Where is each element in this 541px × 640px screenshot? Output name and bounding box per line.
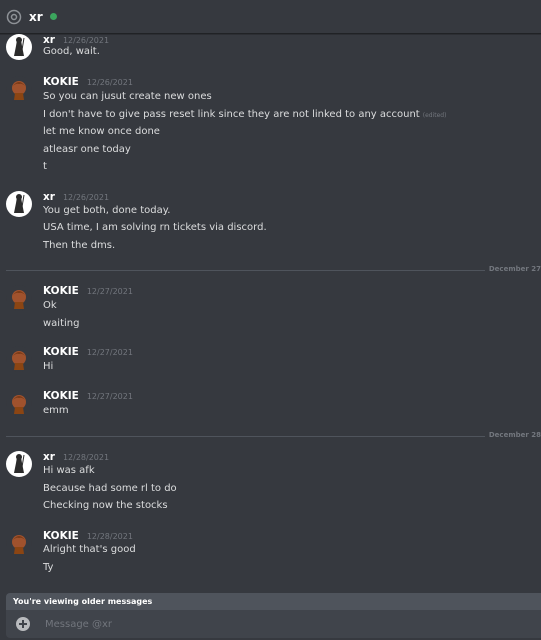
- timestamp: 12/27/2021: [86, 348, 133, 357]
- message-feed[interactable]: xr 12/26/2021 Good, wait. KOKIE 12/26/20…: [0, 34, 541, 592]
- older-messages-text: You're viewing older messages: [13, 597, 153, 606]
- timestamp: 12/27/2021: [86, 392, 133, 401]
- message-input[interactable]: [43, 613, 541, 635]
- message-text-edited: I don't have to give pass reset link sin…: [43, 109, 446, 120]
- message-text: let me know once done: [43, 126, 160, 137]
- at-sign-icon: [6, 9, 22, 24]
- channel-title: xr: [29, 9, 43, 24]
- message-text: waiting: [43, 318, 80, 329]
- timestamp: 12/28/2021: [86, 532, 133, 541]
- date-divider-label: December 27: [484, 265, 541, 273]
- avatar-kokie[interactable]: [6, 346, 32, 372]
- author-name[interactable]: xr: [43, 451, 55, 463]
- message-text: Because had some rl to do: [43, 483, 177, 494]
- message-text: Checking now the stocks: [43, 500, 168, 511]
- message-header: KOKIE 12/26/2021: [43, 76, 133, 90]
- message-text: Hi: [43, 361, 54, 372]
- avatar-xr[interactable]: [6, 34, 32, 60]
- edited-label: (edited): [422, 112, 447, 119]
- timestamp: 12/26/2021: [62, 36, 110, 45]
- author-name[interactable]: xr: [43, 34, 55, 46]
- message-composer: [6, 610, 541, 638]
- message-header: KOKIE 12/27/2021: [43, 346, 133, 360]
- message-text: Then the dms.: [43, 240, 116, 251]
- avatar-kokie[interactable]: [6, 76, 32, 102]
- message-text: You get both, done today.: [43, 205, 171, 216]
- message-header: KOKIE 12/27/2021: [43, 285, 133, 299]
- avatar-kokie[interactable]: [6, 530, 32, 556]
- date-divider: December 27: [6, 265, 541, 273]
- message-text: Good, wait.: [43, 46, 100, 57]
- author-name[interactable]: KOKIE: [43, 390, 79, 402]
- message-text: Hi was afk: [43, 465, 95, 476]
- timestamp: 12/28/2021: [62, 453, 110, 462]
- date-divider-label: December 28: [484, 431, 541, 439]
- online-status-indicator: [49, 13, 57, 20]
- avatar-xr[interactable]: [6, 451, 32, 477]
- author-name[interactable]: KOKIE: [43, 346, 79, 358]
- timestamp: 12/27/2021: [86, 287, 133, 296]
- timestamp: 12/26/2021: [62, 193, 110, 202]
- add-attachment-icon[interactable]: [16, 617, 30, 631]
- message-header: xr 12/26/2021: [43, 191, 109, 205]
- message-header: KOKIE 12/27/2021: [43, 390, 133, 404]
- author-name[interactable]: xr: [43, 191, 55, 203]
- avatar-kokie[interactable]: [6, 390, 32, 416]
- message-text: emm: [43, 405, 69, 416]
- channel-header: xr: [0, 0, 541, 34]
- author-name[interactable]: KOKIE: [43, 76, 79, 88]
- message-text: Alright that's good: [43, 544, 136, 555]
- timestamp: 12/26/2021: [86, 78, 133, 87]
- author-name[interactable]: KOKIE: [43, 530, 79, 542]
- message-header: KOKIE 12/28/2021: [43, 530, 133, 544]
- message-text: Ty: [43, 562, 54, 573]
- message-text: USA time, I am solving rn tickets via di…: [43, 222, 267, 233]
- date-divider: December 28: [6, 431, 541, 439]
- older-messages-banner[interactable]: You're viewing older messages: [6, 593, 541, 610]
- message-text: t: [43, 161, 47, 172]
- avatar-xr[interactable]: [6, 191, 32, 217]
- message-text: atleasr one today: [43, 144, 131, 155]
- author-name[interactable]: KOKIE: [43, 285, 79, 297]
- avatar-kokie[interactable]: [6, 285, 32, 311]
- message-text: I don't have to give pass reset link sin…: [43, 109, 420, 120]
- message-header: xr 12/28/2021: [43, 451, 109, 465]
- message-text: Ok: [43, 300, 57, 311]
- message-text: So you can jusut create new ones: [43, 91, 212, 102]
